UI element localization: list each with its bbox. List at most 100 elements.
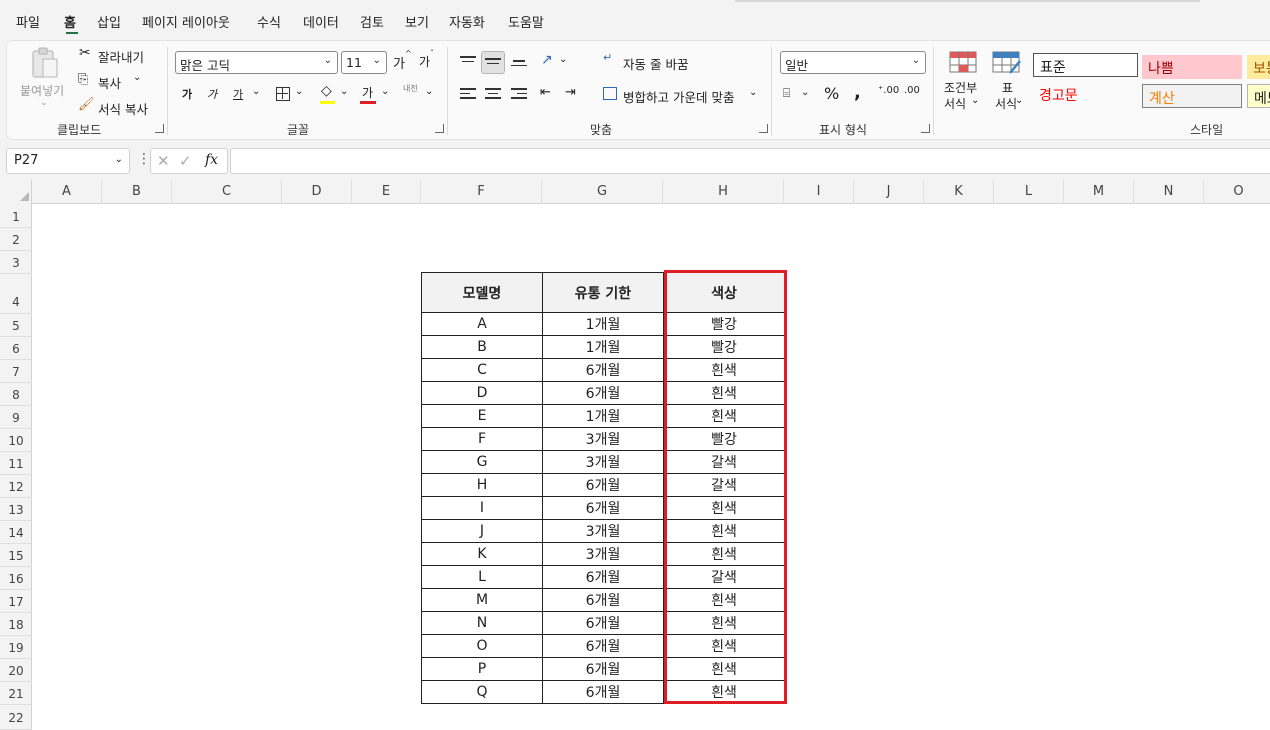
- cell-color[interactable]: 흰색: [663, 358, 785, 382]
- row-header[interactable]: 18: [0, 613, 32, 636]
- cell-expiry[interactable]: 3개월: [542, 427, 664, 451]
- font-color-dropdown-icon[interactable]: ⌄: [381, 86, 389, 97]
- cell-color[interactable]: 갈색: [663, 473, 785, 497]
- paste-dropdown-icon[interactable]: ⌄: [40, 98, 48, 108]
- font-color-icon[interactable]: 가: [362, 84, 373, 101]
- row-header[interactable]: 19: [0, 636, 32, 659]
- column-header-o[interactable]: O: [1204, 180, 1270, 204]
- header-color[interactable]: 색상: [663, 272, 785, 313]
- column-header-m[interactable]: M: [1064, 180, 1134, 204]
- row-header[interactable]: 16: [0, 567, 32, 590]
- row-header[interactable]: 9: [0, 406, 32, 429]
- align-top-icon[interactable]: [460, 56, 476, 68]
- cell-expiry[interactable]: 6개월: [542, 565, 664, 589]
- cell-color[interactable]: 갈색: [663, 565, 785, 589]
- column-header-d[interactable]: D: [282, 180, 352, 204]
- row-header[interactable]: 13: [0, 498, 32, 521]
- cell-color[interactable]: 흰색: [663, 496, 785, 520]
- style-warning[interactable]: 경고문: [1033, 82, 1138, 106]
- row-header[interactable]: 12: [0, 475, 32, 498]
- cell-model[interactable]: I: [421, 496, 543, 520]
- format-as-table-button[interactable]: 표: [1002, 79, 1013, 96]
- percent-icon[interactable]: %: [824, 84, 839, 103]
- cell-expiry[interactable]: 6개월: [542, 473, 664, 497]
- cell-expiry[interactable]: 3개월: [542, 542, 664, 566]
- cell-expiry[interactable]: 1개월: [542, 335, 664, 359]
- phonetic-dropdown-icon[interactable]: ⌄: [425, 86, 433, 97]
- cell-color[interactable]: 흰색: [663, 519, 785, 543]
- borders-dropdown-icon[interactable]: ⌄: [295, 86, 303, 97]
- cell-color[interactable]: 흰색: [663, 657, 785, 681]
- style-standard[interactable]: 표준: [1033, 53, 1138, 77]
- row-header[interactable]: 11: [0, 452, 32, 475]
- orientation-icon[interactable]: ↗: [541, 52, 553, 68]
- column-header-f[interactable]: F: [421, 180, 542, 204]
- cell-model[interactable]: G: [421, 450, 543, 474]
- cell-color[interactable]: 빨강: [663, 312, 785, 336]
- menu-automate[interactable]: 자동화: [449, 12, 485, 31]
- cell-expiry[interactable]: 6개월: [542, 634, 664, 658]
- cell-expiry[interactable]: 3개월: [542, 519, 664, 543]
- bold-button[interactable]: 가: [182, 86, 192, 102]
- cell-model[interactable]: B: [421, 335, 543, 359]
- cell-model[interactable]: M: [421, 588, 543, 612]
- cell-color[interactable]: 흰색: [663, 404, 785, 428]
- underline-dropdown-icon[interactable]: ⌄: [252, 86, 260, 97]
- cell-color[interactable]: 흰색: [663, 542, 785, 566]
- font-launcher-icon[interactable]: [435, 124, 444, 133]
- number-launcher-icon[interactable]: [921, 124, 930, 133]
- cell-model[interactable]: J: [421, 519, 543, 543]
- row-header[interactable]: 21: [0, 682, 32, 705]
- cell-expiry[interactable]: 6개월: [542, 496, 664, 520]
- cell-model[interactable]: H: [421, 473, 543, 497]
- cell-color[interactable]: 갈색: [663, 450, 785, 474]
- cell-expiry[interactable]: 6개월: [542, 657, 664, 681]
- cell-expiry[interactable]: 6개월: [542, 611, 664, 635]
- name-box[interactable]: P27 ⌄: [6, 148, 130, 174]
- paste-icon[interactable]: [29, 47, 61, 79]
- cell-model[interactable]: P: [421, 657, 543, 681]
- menu-help[interactable]: 도움말: [508, 12, 544, 31]
- align-right-icon[interactable]: [511, 88, 527, 100]
- row-header[interactable]: 17: [0, 590, 32, 613]
- cell-expiry[interactable]: 1개월: [542, 312, 664, 336]
- row-header[interactable]: 6: [0, 337, 32, 360]
- underline-button[interactable]: 가: [233, 86, 243, 102]
- row-header[interactable]: 2: [0, 228, 32, 251]
- increase-decimal-icon[interactable]: ⁺.00: [878, 85, 899, 96]
- column-header-h[interactable]: H: [663, 180, 784, 204]
- cell-model[interactable]: A: [421, 312, 543, 336]
- paste-button[interactable]: 붙여넣기: [20, 82, 64, 99]
- style-calculation[interactable]: 계산: [1142, 84, 1242, 108]
- italic-button[interactable]: 가: [207, 86, 217, 102]
- copy-button[interactable]: 복사: [98, 73, 121, 92]
- row-header[interactable]: 20: [0, 659, 32, 682]
- row-header[interactable]: 1: [0, 204, 32, 228]
- wrap-text-button[interactable]: 자동 줄 바꿈: [623, 54, 688, 73]
- cell-model[interactable]: F: [421, 427, 543, 451]
- menu-file[interactable]: 파일: [16, 12, 40, 31]
- row-header[interactable]: 10: [0, 429, 32, 452]
- align-center-icon[interactable]: [485, 88, 501, 100]
- cell-color[interactable]: 흰색: [663, 588, 785, 612]
- shrink-font-button[interactable]: 가: [419, 53, 430, 70]
- cell-model[interactable]: O: [421, 634, 543, 658]
- column-header-g[interactable]: G: [542, 180, 663, 204]
- cell-expiry[interactable]: 6개월: [542, 588, 664, 612]
- phonetic-button[interactable]: 내천: [403, 83, 418, 94]
- fill-color-icon[interactable]: ◇: [321, 83, 332, 99]
- column-header-a[interactable]: A: [32, 180, 102, 204]
- column-header-c[interactable]: C: [172, 180, 282, 204]
- font-size-select[interactable]: 11 ⌄: [341, 51, 387, 74]
- column-header-k[interactable]: K: [924, 180, 994, 204]
- menu-view[interactable]: 보기: [405, 12, 429, 31]
- more-icon[interactable]: ⋮: [137, 151, 151, 167]
- row-header[interactable]: 15: [0, 544, 32, 567]
- row-header[interactable]: 8: [0, 383, 32, 406]
- cell-expiry[interactable]: 1개월: [542, 404, 664, 428]
- cell-color[interactable]: 흰색: [663, 680, 785, 704]
- comma-style-icon[interactable]: ,: [854, 82, 861, 103]
- row-header[interactable]: 7: [0, 360, 32, 383]
- style-bad[interactable]: 나쁨: [1142, 55, 1242, 79]
- worksheet-grid[interactable]: A B C D E F G H I J K L M N O 1 2 3 4 5 …: [0, 180, 1270, 730]
